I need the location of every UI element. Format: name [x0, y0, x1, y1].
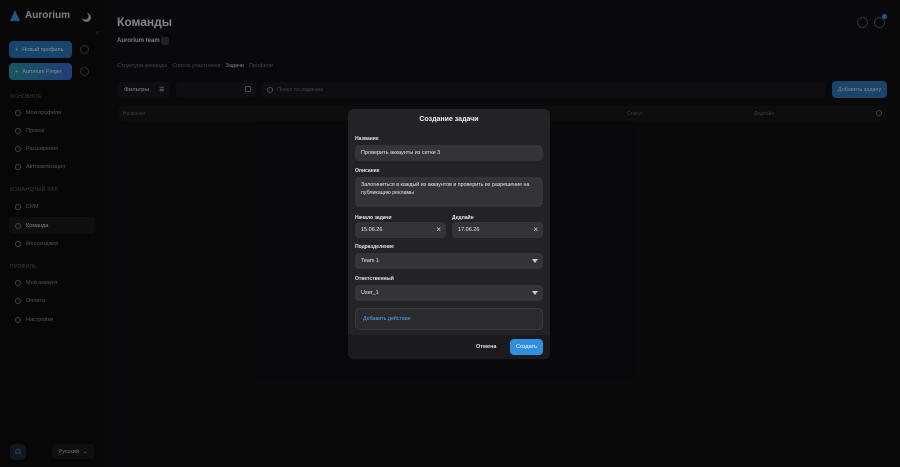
start-date-value: 15.06.26 — [361, 227, 383, 233]
deadline-field[interactable]: 17.06.26 × — [452, 222, 543, 238]
name-label: Название — [355, 136, 379, 142]
actions-box: Добавить действие — [355, 308, 543, 330]
division-label: Подразделение — [355, 244, 394, 250]
create-button[interactable]: Создать — [510, 339, 543, 355]
clear-start-icon[interactable]: × — [436, 226, 441, 234]
start-label: Начало задачи — [355, 215, 392, 221]
assignee-value: User_1 — [361, 290, 379, 296]
modal-title: Создание задачи — [419, 116, 479, 123]
task-name-value: Проверить аккаунты из сетки 3 — [361, 150, 441, 156]
assignee-select[interactable]: User_1 — [355, 285, 543, 301]
deadline-label: Дедлайн — [452, 215, 474, 221]
chevron-down-icon — [532, 291, 538, 295]
modal-footer: Отмена Создать — [348, 335, 550, 359]
division-value: Team 1 — [361, 258, 380, 264]
add-action-link[interactable]: Добавить действие — [363, 316, 411, 322]
description-label: Описание — [355, 168, 380, 174]
assignee-label: Ответственный — [355, 276, 394, 282]
start-date-field[interactable]: 15.06.26 × — [355, 222, 446, 238]
clear-deadline-icon[interactable]: × — [533, 226, 538, 234]
division-select[interactable]: Team 1 — [355, 253, 543, 269]
cancel-button[interactable]: Отмена — [476, 344, 496, 350]
chevron-down-icon — [532, 259, 538, 263]
description-field[interactable]: Залогиниться в каждый из аккаунтов и про… — [355, 177, 543, 207]
task-name-field[interactable]: Проверить аккаунты из сетки 3 — [355, 145, 543, 161]
deadline-value: 17.06.26 — [458, 227, 480, 233]
create-task-modal: Создание задачи Название Проверить аккау… — [348, 109, 550, 359]
